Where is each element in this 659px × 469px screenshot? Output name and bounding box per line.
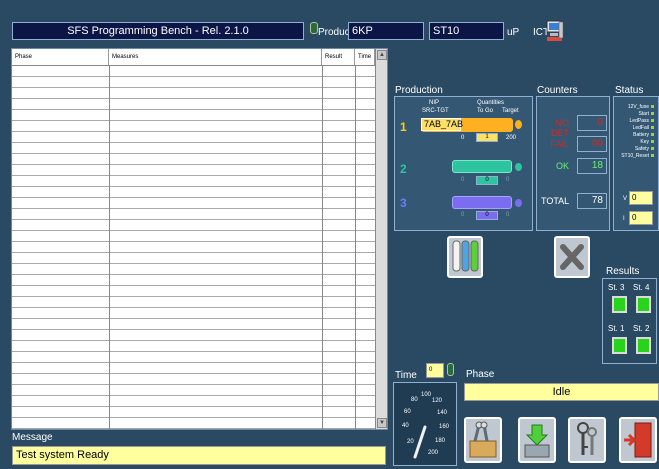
slot-2-from: 0 xyxy=(461,177,465,183)
src-tgt-header: SRC-TGT xyxy=(422,108,449,114)
tools-button[interactable] xyxy=(464,417,502,463)
st3-label: St. 3 xyxy=(608,283,625,292)
cancel-button[interactable] xyxy=(554,236,590,278)
scroll-up-button[interactable]: ▲ xyxy=(377,50,387,60)
ict-computer-icon[interactable] xyxy=(546,20,564,42)
close-icon xyxy=(560,244,584,270)
keys-icon xyxy=(577,422,597,455)
status-list: 12V_fuse Start LedPass LedFail Battery K… xyxy=(614,104,654,160)
slot-3-target: 0 xyxy=(506,212,510,218)
slot-1-code[interactable]: 7AB_7AB xyxy=(421,118,463,131)
status-led xyxy=(310,22,318,34)
table-header: Phase Measures Result Time xyxy=(12,49,375,66)
togo-header: To Go xyxy=(477,108,494,114)
no-det-value: 0 xyxy=(577,115,607,131)
slot-2-bar[interactable] xyxy=(452,160,512,173)
results-title: Results xyxy=(606,266,640,277)
tools-icon xyxy=(469,421,497,458)
slot-1-target: 200 xyxy=(506,135,517,141)
counters-title: Counters xyxy=(537,85,578,96)
st1-result[interactable] xyxy=(612,337,627,354)
total-value: 78 xyxy=(577,193,607,209)
tubes-button[interactable] xyxy=(447,236,483,278)
st1-label: St. 1 xyxy=(608,324,625,333)
st4-result[interactable] xyxy=(636,296,651,313)
quantities-header: Quantities xyxy=(477,100,505,106)
product-field[interactable]: 6KP xyxy=(348,22,424,40)
phase-value: Idle xyxy=(464,383,659,401)
slot-1-indicator xyxy=(515,120,522,129)
col-phase[interactable]: Phase xyxy=(12,49,109,65)
status-item: Key xyxy=(614,139,654,146)
table-rows[interactable] xyxy=(12,66,375,429)
slot-3-indicator xyxy=(515,199,522,207)
production-panel: NIP Quantities SRC-TGT To Go Target 1 7A… xyxy=(394,96,533,231)
results-panel: St. 3 St. 4 St. 1 St. 2 xyxy=(602,278,657,364)
slot-2-number: 2 xyxy=(400,162,407,176)
exit-button[interactable] xyxy=(619,417,657,463)
col-time[interactable]: Time xyxy=(355,49,375,65)
message-label: Message xyxy=(12,432,53,443)
st4-label: St. 4 xyxy=(633,283,650,292)
time-label: Time xyxy=(395,370,417,381)
slot-3-number: 3 xyxy=(400,196,407,210)
fail-value: 60 xyxy=(577,136,607,152)
i-label: I xyxy=(623,216,625,222)
status-item: LedFail xyxy=(614,125,654,132)
slot-2-target: 0 xyxy=(506,177,510,183)
up-field[interactable]: ST10 xyxy=(429,22,504,40)
phase-table[interactable]: Phase Measures Result Time ▲ ▼ xyxy=(11,48,388,430)
nip-header: NIP xyxy=(429,100,440,106)
status-item: Start xyxy=(614,111,654,118)
no-det-label: NO DET xyxy=(551,118,569,138)
app-title: SFS Programming Bench - Rel. 2.1.0 xyxy=(12,22,304,40)
keys-button[interactable] xyxy=(568,417,606,463)
v-value: 0 xyxy=(629,191,653,205)
ok-label: OK xyxy=(555,161,569,171)
time-led xyxy=(447,363,454,376)
slot-1-from: 0 xyxy=(461,135,465,141)
time-gauge: 20 40 60 80 100 120 140 160 180 200 xyxy=(393,382,457,466)
st2-result[interactable] xyxy=(636,337,651,354)
slot-1-togo: 1 xyxy=(476,133,498,142)
slot-3-bar[interactable] xyxy=(452,196,512,209)
download-icon xyxy=(524,424,550,458)
target-header: Target xyxy=(502,108,519,114)
status-title: Status xyxy=(615,85,644,96)
gauge-needle xyxy=(413,425,427,459)
status-item: LedPass xyxy=(614,118,654,125)
slot-1-number: 1 xyxy=(400,120,407,134)
time-value: 0 xyxy=(426,363,444,378)
status-item: 12V_fuse xyxy=(614,104,654,111)
scroll-down-button[interactable]: ▼ xyxy=(377,418,387,428)
st2-label: St. 2 xyxy=(633,324,650,333)
ok-value: 18 xyxy=(577,158,607,174)
exit-door-icon xyxy=(624,422,652,458)
table-scrollbar[interactable]: ▲ ▼ xyxy=(375,49,387,429)
total-label: TOTAL xyxy=(541,196,570,206)
status-item: Battery xyxy=(614,132,654,139)
status-item: Safety xyxy=(614,146,654,153)
up-label: uP xyxy=(507,27,520,38)
slot-3-togo: 0 xyxy=(476,211,498,220)
counters-panel: NO DET 0 FAIL 60 OK 18 TOTAL 78 xyxy=(536,96,610,231)
download-button[interactable] xyxy=(518,417,556,463)
status-panel: 12V_fuse Start LedPass LedFail Battery K… xyxy=(613,96,659,231)
slot-2-indicator xyxy=(515,163,522,171)
col-measures[interactable]: Measures xyxy=(109,49,322,65)
v-label: V xyxy=(623,196,628,202)
status-item: ST10_Reset xyxy=(614,153,654,160)
slot-2-togo: 0 xyxy=(476,176,498,185)
fail-label: FAIL xyxy=(550,139,569,149)
tubes-icon xyxy=(452,240,479,272)
message-box: Test system Ready xyxy=(12,446,386,465)
production-title: Production xyxy=(395,85,443,96)
i-value: 0 xyxy=(629,211,653,225)
phase-label: Phase xyxy=(466,369,495,380)
st3-result[interactable] xyxy=(612,296,627,313)
slot-3-from: 0 xyxy=(461,212,465,218)
col-result[interactable]: Result xyxy=(322,49,355,65)
